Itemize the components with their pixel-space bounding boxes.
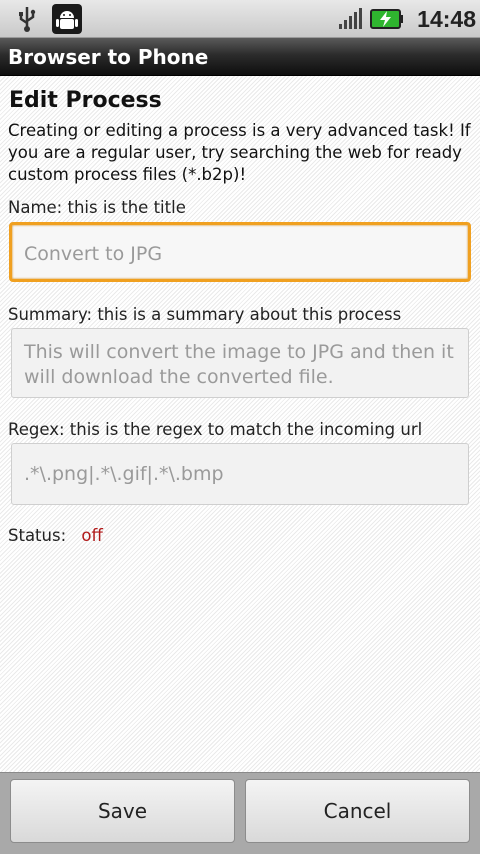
name-field[interactable]: Convert to JPG [9,222,471,282]
android-debug-icon [52,4,82,34]
name-label: Name: this is the title [8,198,186,217]
clock: 14:48 [417,6,476,32]
app-title-bar: Browser to Phone [0,38,480,76]
app-title: Browser to Phone [8,45,209,69]
intro-text: Creating or editing a process is a very … [8,121,471,184]
regex-field[interactable]: .*\.png|.*\.gif|.*\.bmp [11,443,469,505]
status-row: Status: off [8,526,103,545]
cancel-button[interactable]: Cancel [245,779,470,843]
summary-field[interactable]: This will convert the image to JPG and t… [11,328,469,398]
button-bar: Save Cancel [0,772,480,854]
status-bar: 14:48 [0,0,480,38]
page-title: Edit Process [9,88,162,113]
status-value[interactable]: off [81,526,102,545]
status-label: Status: [8,526,67,545]
usb-icon [19,7,36,32]
signal-icon [339,8,362,29]
summary-label: Summary: this is a summary about this pr… [8,305,402,324]
battery-charging-icon [370,9,403,29]
save-button[interactable]: Save [10,779,235,843]
regex-label: Regex: this is the regex to match the in… [8,420,423,439]
